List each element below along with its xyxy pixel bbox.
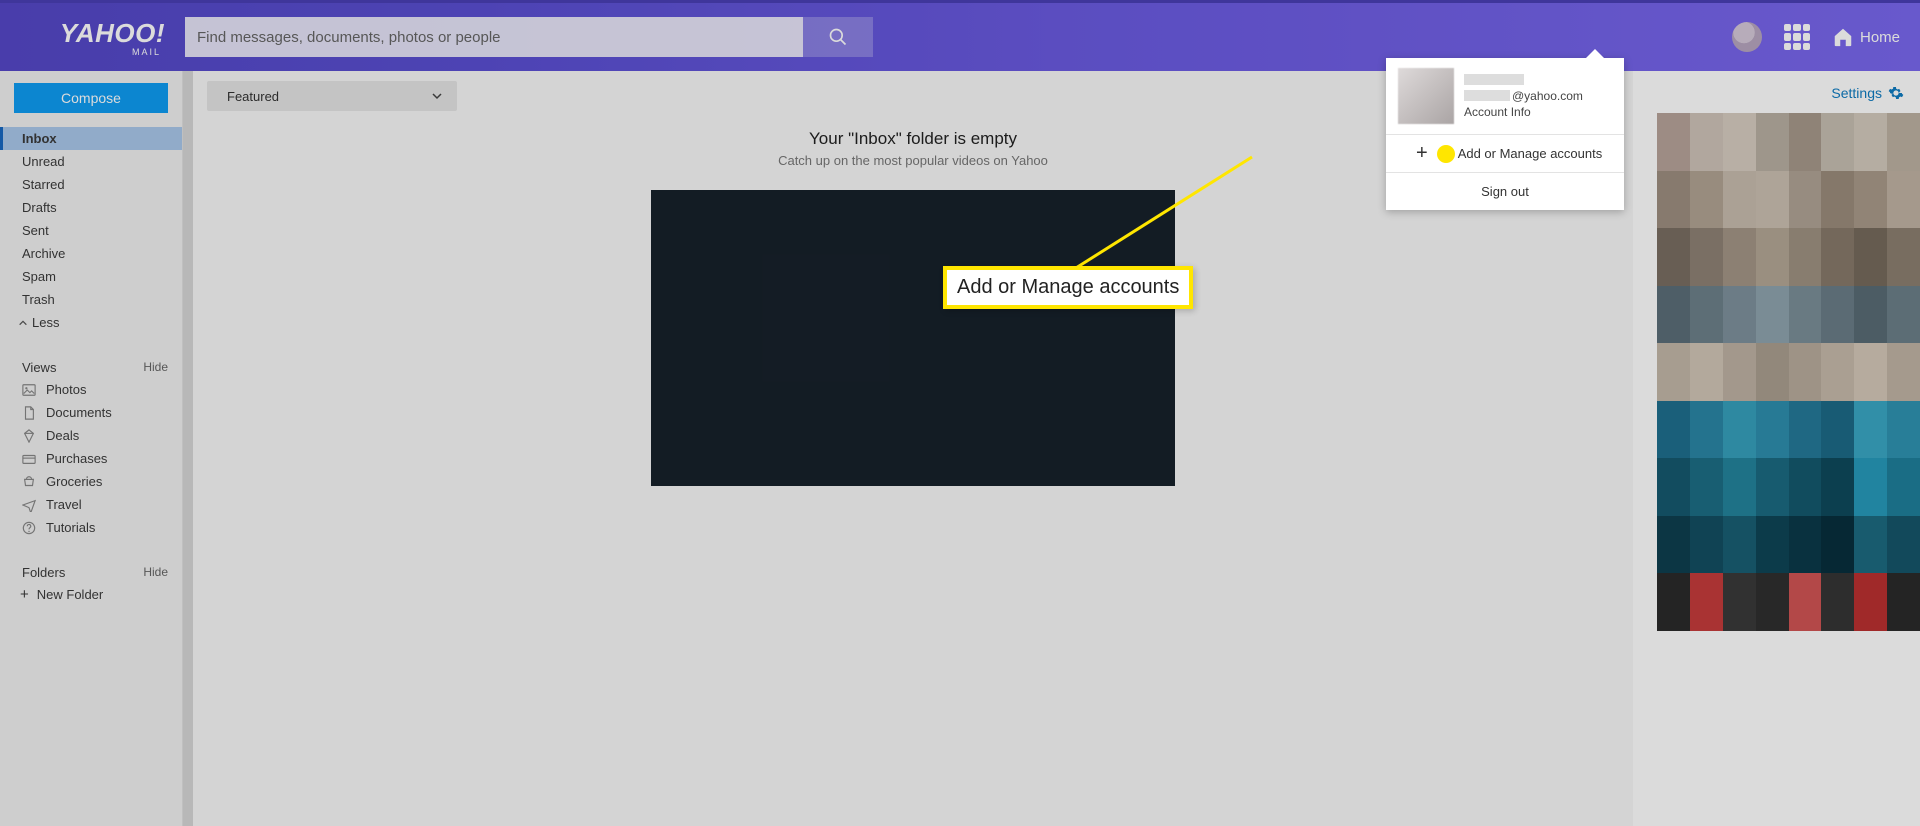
folder-sent[interactable]: Sent [0,219,182,242]
search-input-container [185,17,803,57]
sign-out-label: Sign out [1481,184,1529,199]
less-label: Less [32,315,59,330]
account-email-suffix: @yahoo.com [1512,89,1583,103]
documents-icon [22,406,36,420]
gear-icon [1888,85,1904,101]
search-icon [828,27,848,47]
plus-icon: + [1416,142,1428,165]
sidebar: Compose Inbox Unread Starred Drafts Sent… [0,71,183,826]
account-email-redacted [1464,90,1510,101]
apps-grid-icon[interactable] [1784,24,1810,50]
tutorials-icon [22,521,36,535]
account-info-section[interactable]: @yahoo.com Account Info [1386,58,1624,134]
folders-title: Folders [22,565,65,580]
ad-pixelated-image [1657,113,1920,631]
view-label: Deals [46,428,79,443]
new-folder-button[interactable]: + New Folder [0,583,182,606]
view-deals[interactable]: Deals [0,424,182,447]
featured-label: Featured [227,89,279,104]
chevron-up-icon [18,318,28,328]
settings-button[interactable]: Settings [1831,85,1904,101]
folders-section-header: Folders Hide [0,561,182,583]
collapse-less[interactable]: Less [0,311,182,334]
folder-trash[interactable]: Trash [0,288,182,311]
view-groceries[interactable]: Groceries [0,470,182,493]
annotation-dot [1437,145,1455,163]
view-documents[interactable]: Documents [0,401,182,424]
view-label: Photos [46,382,86,397]
purchases-icon [22,452,36,466]
yahoo-mail-logo[interactable]: YAHOO! MAIL [40,18,165,57]
photos-icon [22,383,36,397]
view-label: Purchases [46,451,107,466]
home-icon [1832,26,1854,48]
app-header: YAHOO! MAIL Home [0,0,1920,71]
add-manage-accounts[interactable]: + Add or Manage accounts [1386,134,1624,172]
settings-label: Settings [1831,85,1882,101]
account-avatar-large [1398,68,1454,124]
folder-drafts[interactable]: Drafts [0,196,182,219]
right-panel: Settings [1633,71,1920,826]
logo-main-text: YAHOO! [60,18,165,49]
view-travel[interactable]: Travel [0,493,182,516]
folder-inbox[interactable]: Inbox [0,127,182,150]
sidebar-scrollbar[interactable] [183,71,193,826]
account-name-redacted [1464,74,1524,85]
view-photos[interactable]: Photos [0,378,182,401]
view-label: Groceries [46,474,102,489]
new-folder-label: New Folder [37,587,103,602]
search-bar [185,17,873,57]
folder-list: Inbox Unread Starred Drafts Sent Archive… [0,127,182,311]
account-email: @yahoo.com [1464,89,1583,103]
account-popover: @yahoo.com Account Info + Add or Manage … [1386,58,1624,210]
sign-out[interactable]: Sign out [1386,172,1624,210]
home-label: Home [1860,29,1900,46]
folder-starred[interactable]: Starred [0,173,182,196]
account-info-label: Account Info [1464,105,1583,119]
groceries-icon [22,475,36,489]
home-link[interactable]: Home [1832,26,1900,48]
views-title: Views [22,360,56,375]
add-manage-label: Add or Manage accounts [1458,146,1603,161]
view-label: Documents [46,405,112,420]
featured-dropdown[interactable]: Featured [207,81,457,111]
plus-icon: + [20,587,29,602]
search-dropdown-caret[interactable] [783,29,791,45]
compose-button[interactable]: Compose [14,83,168,113]
views-hide[interactable]: Hide [143,360,168,374]
deals-icon [22,429,36,443]
view-label: Travel [46,497,82,512]
video-placeholder[interactable] [651,190,1175,486]
travel-icon [22,498,36,512]
chevron-down-icon [431,90,443,102]
empty-title: Your "Inbox" folder is empty [809,129,1017,149]
empty-subtitle: Catch up on the most popular videos on Y… [778,153,1048,168]
view-label: Tutorials [46,520,95,535]
folders-hide[interactable]: Hide [143,565,168,579]
folder-archive[interactable]: Archive [0,242,182,265]
annotation-callout: Add or Manage accounts [943,266,1193,309]
search-button[interactable] [803,17,873,57]
view-purchases[interactable]: Purchases [0,447,182,470]
search-input[interactable] [197,29,783,46]
logo-sub-text: MAIL [132,47,161,57]
folder-unread[interactable]: Unread [0,150,182,173]
profile-avatar[interactable] [1732,22,1762,52]
header-right: Home [1732,22,1900,52]
folder-spam[interactable]: Spam [0,265,182,288]
view-tutorials[interactable]: Tutorials [0,516,182,539]
views-section-header: Views Hide [0,356,182,378]
